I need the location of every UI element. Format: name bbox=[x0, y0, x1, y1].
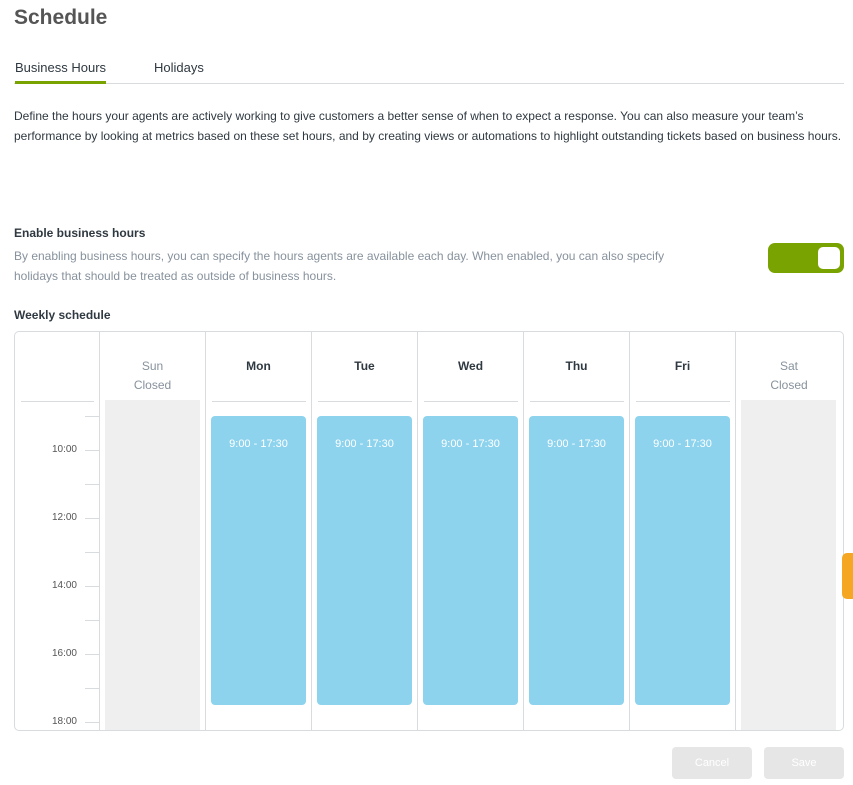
axis-tick bbox=[85, 620, 99, 621]
enable-business-hours-label: Enable business hours bbox=[14, 226, 146, 240]
hour-label: 18:00 bbox=[51, 716, 77, 727]
axis-tick bbox=[85, 586, 99, 587]
cancel-button[interactable]: Cancel bbox=[672, 747, 752, 779]
axis-header-divider bbox=[21, 401, 94, 402]
day-column-wed: Wed 9:00 - 17:30 bbox=[418, 332, 524, 730]
day-name: Tue bbox=[354, 359, 375, 373]
day-header-divider bbox=[318, 401, 412, 402]
weekly-schedule-label: Weekly schedule bbox=[14, 308, 111, 322]
day-name: Sun bbox=[141, 359, 164, 373]
hour-label: 12:00 bbox=[51, 512, 77, 523]
axis-tick bbox=[85, 416, 99, 417]
business-hours-block[interactable]: 9:00 - 17:30 bbox=[317, 416, 412, 705]
closed-day-fill bbox=[105, 400, 200, 730]
day-column-fri: Fri 9:00 - 17:30 bbox=[630, 332, 736, 730]
axis-tick bbox=[85, 484, 99, 485]
day-name: Fri bbox=[674, 359, 691, 373]
axis-tick bbox=[85, 450, 99, 451]
side-widget-tab[interactable] bbox=[842, 553, 853, 599]
hour-label: 14:00 bbox=[51, 580, 77, 591]
business-hours-toggle[interactable] bbox=[768, 243, 844, 273]
tab-business-hours[interactable]: Business Hours bbox=[15, 60, 107, 84]
intro-text: Define the hours your agents are activel… bbox=[14, 109, 842, 143]
page-title: Schedule bbox=[14, 6, 108, 29]
toggle-knob bbox=[818, 247, 840, 269]
day-header-divider bbox=[212, 401, 306, 402]
business-hours-block[interactable]: 9:00 - 17:30 bbox=[211, 416, 306, 705]
enable-business-hours-description: By enabling business hours, you can spec… bbox=[14, 249, 665, 283]
day-name: Sat bbox=[779, 359, 798, 373]
save-button[interactable]: Save bbox=[764, 747, 844, 779]
axis-tick bbox=[85, 722, 99, 723]
closed-day-fill bbox=[741, 400, 836, 730]
day-column-mon: Mon 9:00 - 17:30 bbox=[206, 332, 312, 730]
axis-tick bbox=[85, 518, 99, 519]
day-name: Thu bbox=[565, 359, 588, 373]
business-hours-block[interactable]: 9:00 - 17:30 bbox=[423, 416, 518, 705]
day-column-sat: Sat Closed bbox=[736, 332, 842, 730]
day-name: Mon bbox=[246, 359, 271, 373]
time-axis: 10:00 12:00 14:00 16:00 18:00 bbox=[15, 332, 100, 730]
day-header-divider bbox=[530, 401, 624, 402]
day-status: Closed bbox=[133, 378, 172, 392]
business-hours-block[interactable]: 9:00 - 17:30 bbox=[635, 416, 730, 705]
axis-tick bbox=[85, 654, 99, 655]
day-header-divider bbox=[636, 401, 730, 402]
tab-holidays[interactable]: Holidays bbox=[154, 60, 204, 84]
weekly-schedule-calendar: 10:00 12:00 14:00 16:00 18:00 Sun Closed… bbox=[14, 331, 844, 731]
hour-label: 10:00 bbox=[51, 444, 77, 455]
axis-tick bbox=[85, 688, 99, 689]
day-name: Wed bbox=[457, 359, 484, 373]
day-column-tue: Tue 9:00 - 17:30 bbox=[312, 332, 418, 730]
hour-label: 16:00 bbox=[51, 648, 77, 659]
business-hours-block[interactable]: 9:00 - 17:30 bbox=[529, 416, 624, 705]
day-column-thu: Thu 9:00 - 17:30 bbox=[524, 332, 630, 730]
day-header-divider bbox=[424, 401, 518, 402]
tab-bar: Business Hours Holidays bbox=[14, 58, 844, 84]
day-status: Closed bbox=[770, 378, 808, 392]
day-column-sun: Sun Closed bbox=[100, 332, 206, 730]
axis-tick bbox=[85, 552, 99, 553]
